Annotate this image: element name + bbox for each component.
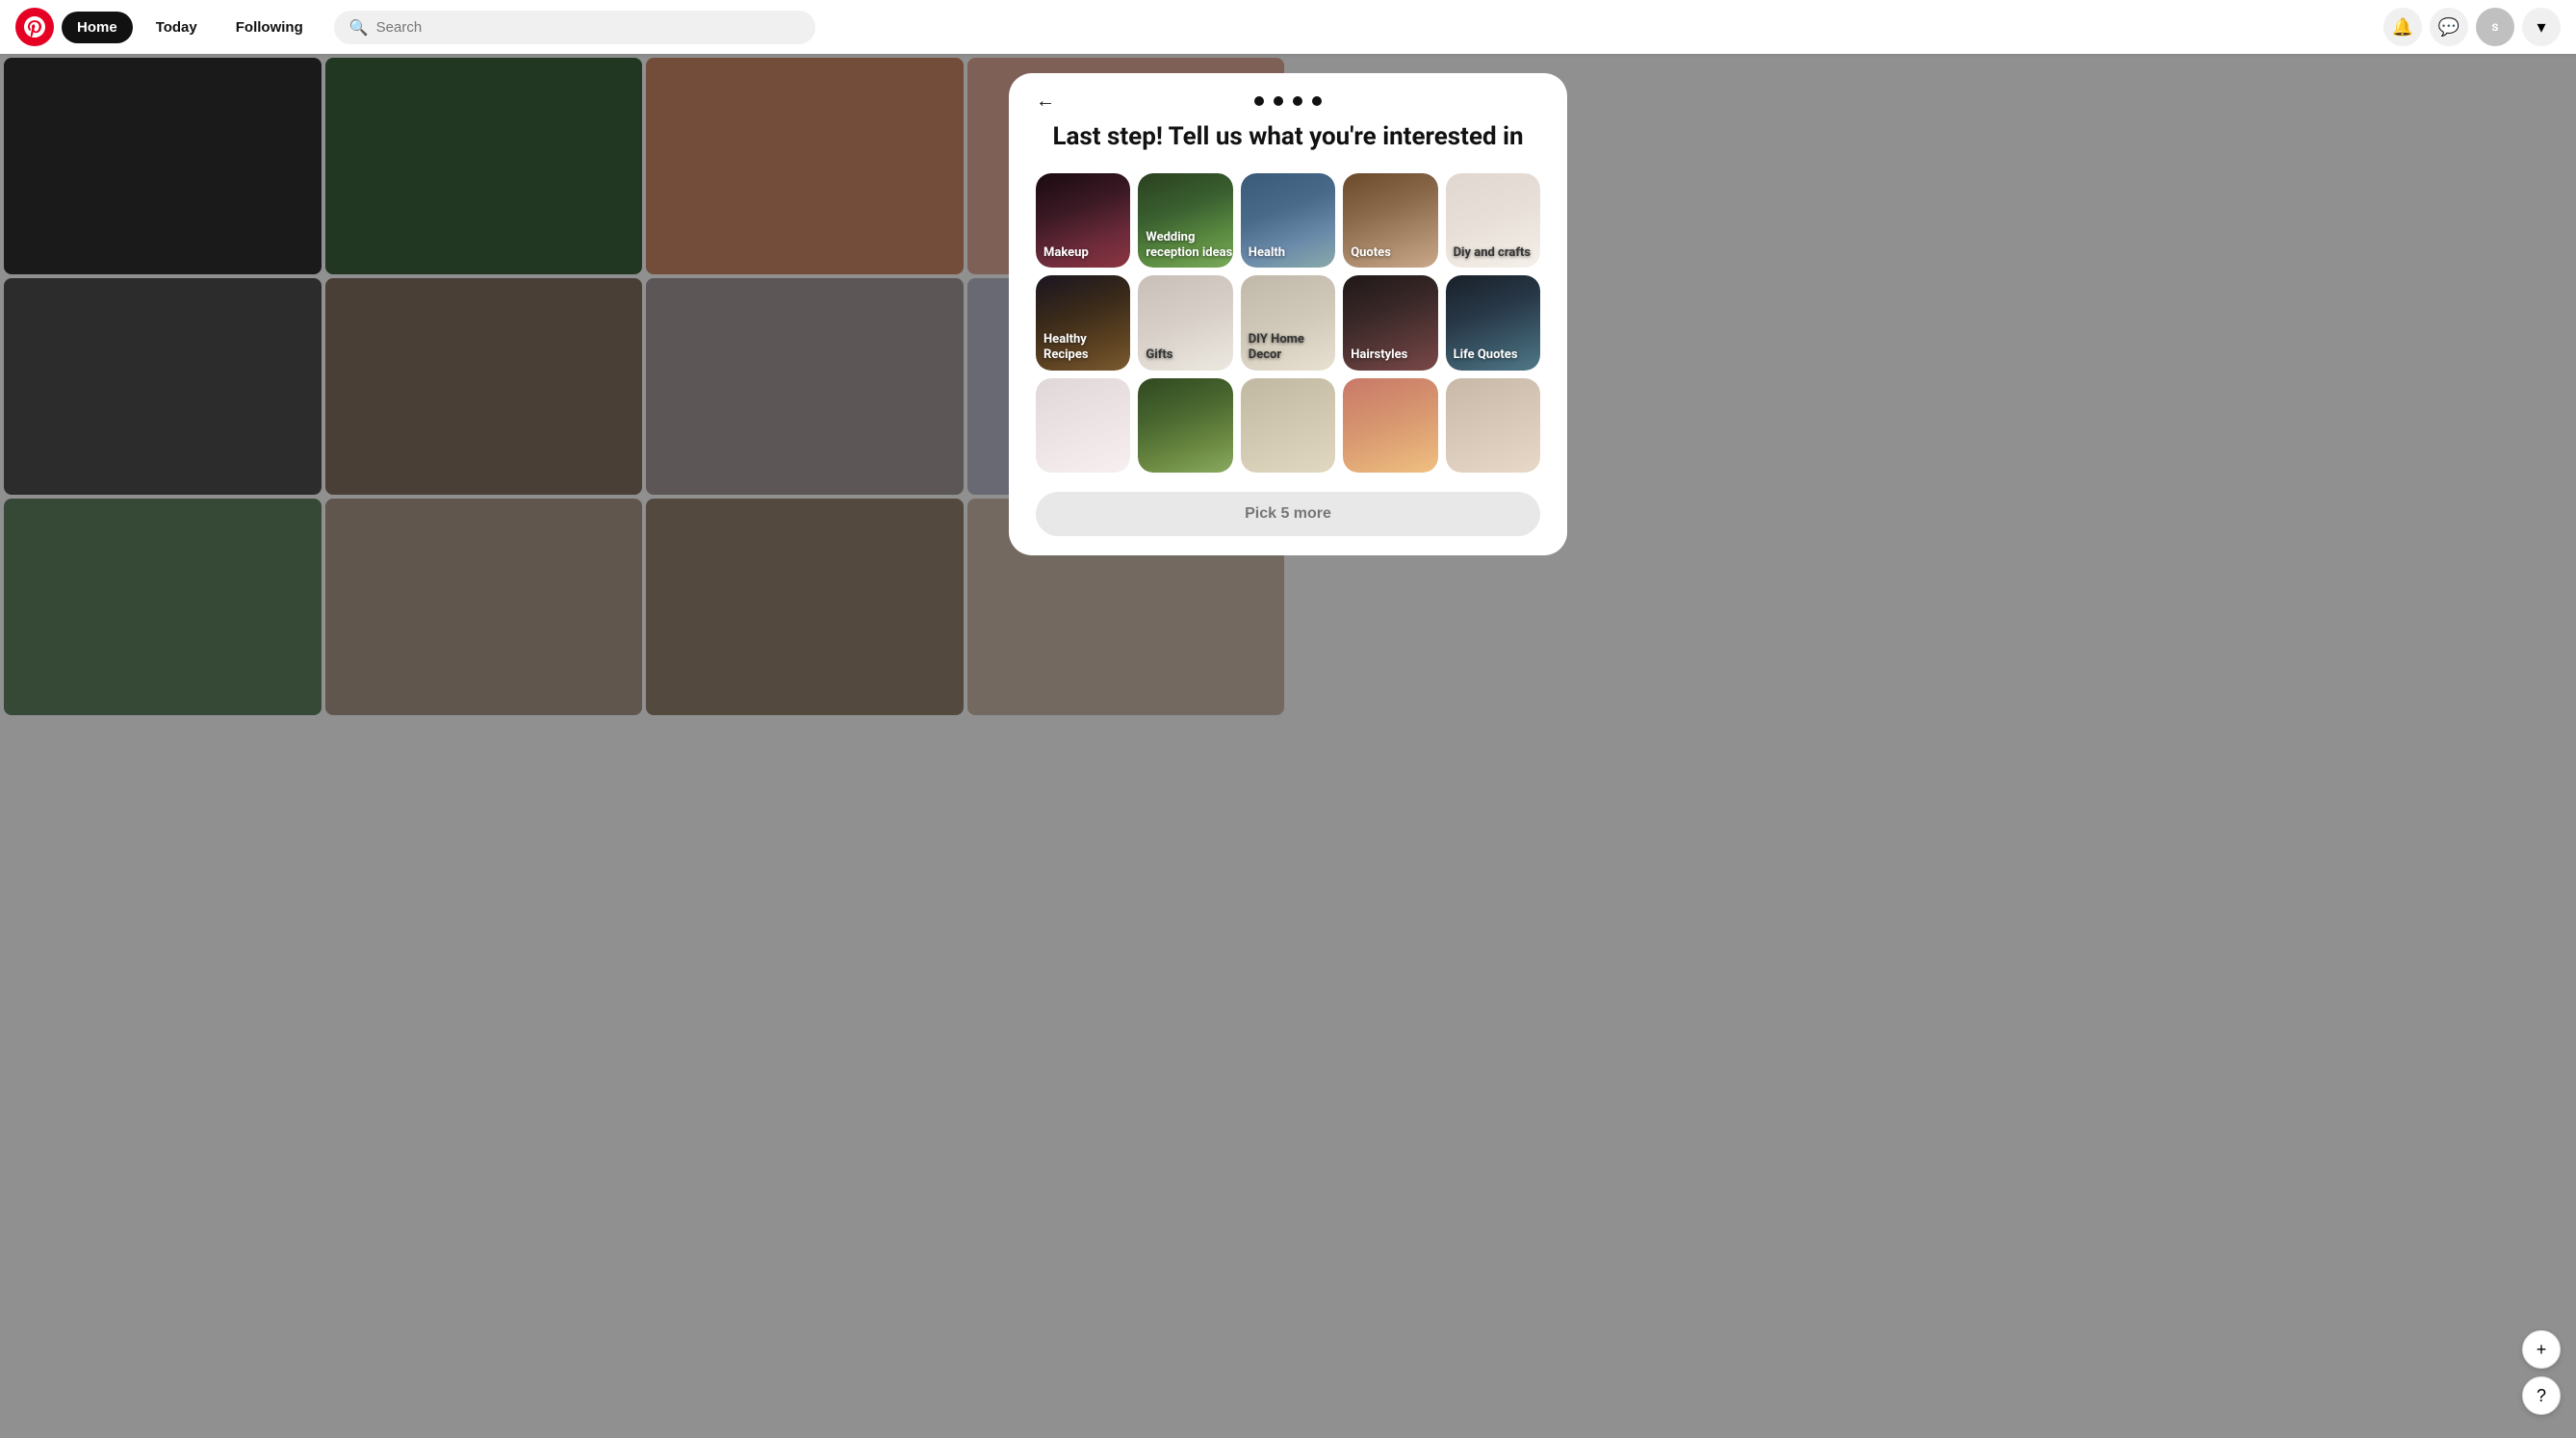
interest-card-diy-home[interactable]: DIY Home Decor [1241, 275, 1335, 370]
search-icon: 🔍 [349, 18, 369, 37]
interest-card-makeup[interactable]: Makeup [1036, 173, 1130, 268]
interest-card-gifts[interactable]: Gifts [1138, 275, 1232, 370]
interest-card-skincare[interactable] [1036, 378, 1130, 473]
pick-more-button[interactable]: Pick 5 more [1036, 492, 1540, 536]
nav-right-section: 🔔 💬 s ▾ [2383, 8, 2561, 46]
dot-3 [1293, 96, 1302, 106]
modal-title: Last step! Tell us what you're intereste… [1036, 121, 1540, 154]
card-bg-hands [1446, 378, 1540, 473]
home-nav-button[interactable]: Home [62, 12, 133, 43]
card-label-life-quotes: Life Quotes [1454, 347, 1518, 363]
dot-4 [1312, 96, 1322, 106]
pinterest-logo[interactable] [15, 8, 54, 46]
today-nav-button[interactable]: Today [141, 12, 213, 43]
fab-help-button[interactable]: ? [2522, 1376, 2561, 1415]
card-label-makeup: Makeup [1043, 245, 1089, 261]
fab-container: + ? [2522, 1330, 2561, 1415]
interest-card-food[interactable] [1343, 378, 1437, 473]
interest-card-health[interactable]: Health [1241, 173, 1335, 268]
messages-button[interactable]: 💬 [2430, 8, 2468, 46]
card-label-diy: Diy and crafts [1454, 245, 1531, 261]
interest-grid: Makeup Wedding reception ideas Health Qu… [1036, 173, 1540, 476]
card-bg-drinks [1241, 378, 1335, 473]
search-input[interactable] [376, 19, 800, 36]
card-bg-skincare [1036, 378, 1130, 473]
modal-overlay: ← Last step! Tell us what you're interes… [0, 54, 2576, 1438]
interest-card-pets[interactable] [1138, 378, 1232, 473]
fab-plus-button[interactable]: + [2522, 1330, 2561, 1369]
interest-card-diy[interactable]: Diy and crafts [1446, 173, 1540, 268]
interest-card-hands[interactable] [1446, 378, 1540, 473]
back-button[interactable]: ← [1036, 90, 1055, 113]
progress-dots [1254, 96, 1322, 106]
dot-1 [1254, 96, 1264, 106]
card-label-recipes: Healthy Recipes [1043, 332, 1130, 362]
card-label-gifts: Gifts [1146, 347, 1172, 363]
avatar[interactable]: s [2476, 8, 2514, 46]
card-bg-pets [1138, 378, 1232, 473]
interest-card-drinks[interactable] [1241, 378, 1335, 473]
modal-header: ← [1036, 96, 1540, 106]
search-bar: 🔍 [334, 11, 815, 44]
card-label-quotes: Quotes [1351, 245, 1391, 261]
card-label-wedding: Wedding reception ideas [1146, 230, 1232, 260]
interest-modal: ← Last step! Tell us what you're interes… [1009, 73, 1567, 555]
interest-card-life-quotes[interactable]: Life Quotes [1446, 275, 1540, 370]
card-label-hairstyles: Hairstyles [1351, 347, 1407, 363]
nav-chevron-button[interactable]: ▾ [2522, 8, 2561, 46]
card-label-health: Health [1249, 245, 1285, 261]
notifications-button[interactable]: 🔔 [2383, 8, 2422, 46]
navbar: Home Today Following 🔍 🔔 💬 s ▾ [0, 0, 2576, 54]
following-nav-button[interactable]: Following [220, 12, 319, 43]
interest-card-recipes[interactable]: Healthy Recipes [1036, 275, 1130, 370]
interest-card-quotes[interactable]: Quotes [1343, 173, 1437, 268]
dot-2 [1274, 96, 1283, 106]
card-bg-food [1343, 378, 1437, 473]
interest-card-hairstyles[interactable]: Hairstyles [1343, 275, 1437, 370]
card-label-diy-home: DIY Home Decor [1249, 332, 1335, 362]
interest-card-wedding[interactable]: Wedding reception ideas [1138, 173, 1232, 268]
